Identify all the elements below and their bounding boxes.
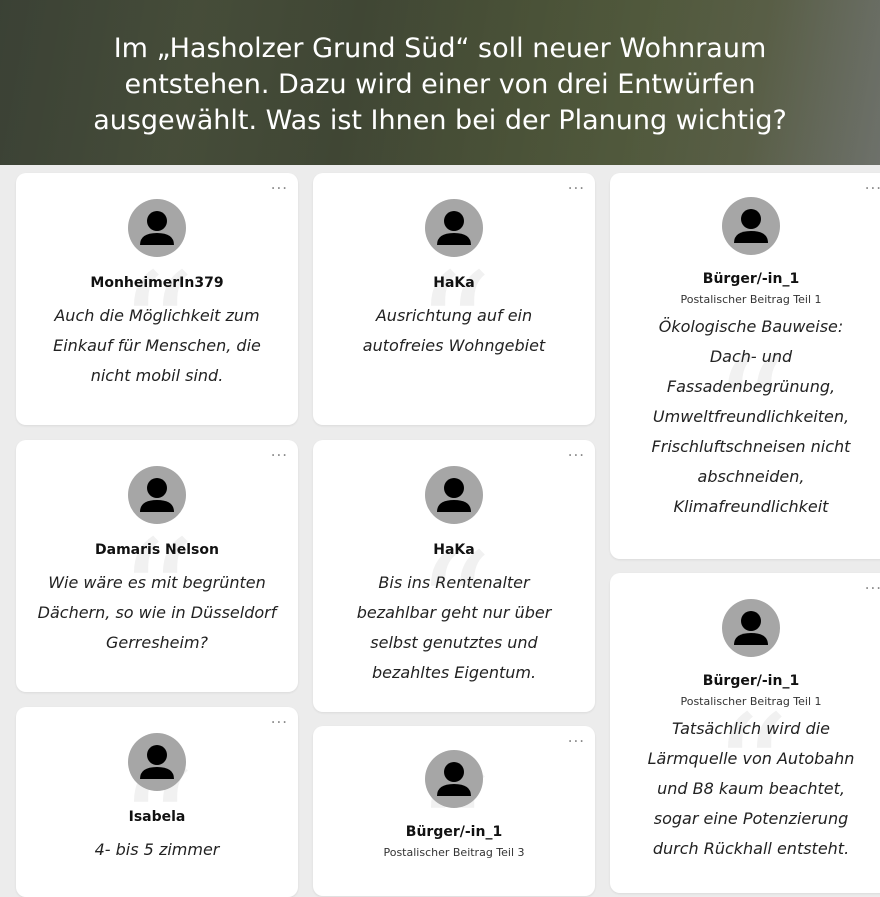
author-subtitle: Postalischer Beitrag Teil 1: [610, 695, 880, 708]
contribution-text: Auch die Möglichkeit zum Einkauf für Men…: [23, 301, 291, 391]
contribution-text: Ausrichtung auf ein autofreies Wohngebie…: [330, 301, 578, 361]
avatar-icon: [722, 599, 780, 657]
more-options-icon[interactable]: ...: [568, 177, 585, 191]
contribution-text: Ökologische Bauweise: Dach- und Fassaden…: [625, 312, 878, 522]
author-name: Bürger/-in_1: [313, 824, 595, 840]
contribution-card[interactable]: “ ... Damaris Nelson Wie wäre es mit beg…: [16, 440, 298, 692]
author-name: HaKa: [313, 542, 595, 558]
header-banner: Im „Hasholzer Grund Süd“ soll neuer Wohn…: [0, 0, 880, 165]
contribution-card[interactable]: “ ... HaKa Bis ins Rentenalter bezahlbar…: [313, 440, 595, 712]
author-name: Bürger/-in_1: [610, 673, 880, 689]
more-options-icon[interactable]: ...: [865, 577, 880, 591]
contribution-text: Wie wäre es mit begrünten Dächern, so wi…: [21, 568, 294, 658]
author-name: HaKa: [313, 275, 595, 291]
contribution-text: 4- bis 5 zimmer: [23, 835, 291, 865]
more-options-icon[interactable]: ...: [271, 711, 288, 725]
more-options-icon[interactable]: ...: [568, 444, 585, 458]
contribution-text: Tatsächlich wird die Lärmquelle von Auto…: [620, 714, 880, 864]
contribution-card[interactable]: “ ... Isabela 4- bis 5 zimmer: [16, 707, 298, 897]
contribution-card[interactable]: “ ... MonheimerIn379 Auch die Möglichkei…: [16, 173, 298, 425]
avatar-icon: [425, 199, 483, 257]
author-name: Damaris Nelson: [16, 542, 298, 558]
more-options-icon[interactable]: ...: [271, 177, 288, 191]
avatar-icon: [128, 733, 186, 791]
contribution-card[interactable]: “ ... Bürger/-in_1 Postalischer Beitrag …: [610, 573, 880, 893]
page-title: Im „Hasholzer Grund Süd“ soll neuer Wohn…: [40, 31, 840, 139]
contribution-card[interactable]: “ ... HaKa Ausrichtung auf ein autofreie…: [313, 173, 595, 425]
avatar-icon: [425, 750, 483, 808]
author-subtitle: Postalischer Beitrag Teil 1: [610, 293, 880, 306]
author-subtitle: Postalischer Beitrag Teil 3: [313, 846, 595, 859]
avatar-icon: [425, 466, 483, 524]
avatar-icon: [128, 199, 186, 257]
author-name: MonheimerIn379: [16, 275, 298, 291]
contribution-card[interactable]: “ ... Bürger/-in_1 Postalischer Beitrag …: [610, 173, 880, 559]
more-options-icon[interactable]: ...: [865, 177, 880, 191]
author-name: Isabela: [16, 809, 298, 825]
avatar-icon: [128, 466, 186, 524]
avatar-icon: [722, 197, 780, 255]
more-options-icon[interactable]: ...: [271, 444, 288, 458]
contribution-card[interactable]: “ ... Bürger/-in_1 Postalischer Beitrag …: [313, 726, 595, 896]
author-name: Bürger/-in_1: [610, 271, 880, 287]
contribution-text: Bis ins Rentenalter bezahlbar geht nur ü…: [328, 568, 581, 688]
more-options-icon[interactable]: ...: [568, 730, 585, 744]
